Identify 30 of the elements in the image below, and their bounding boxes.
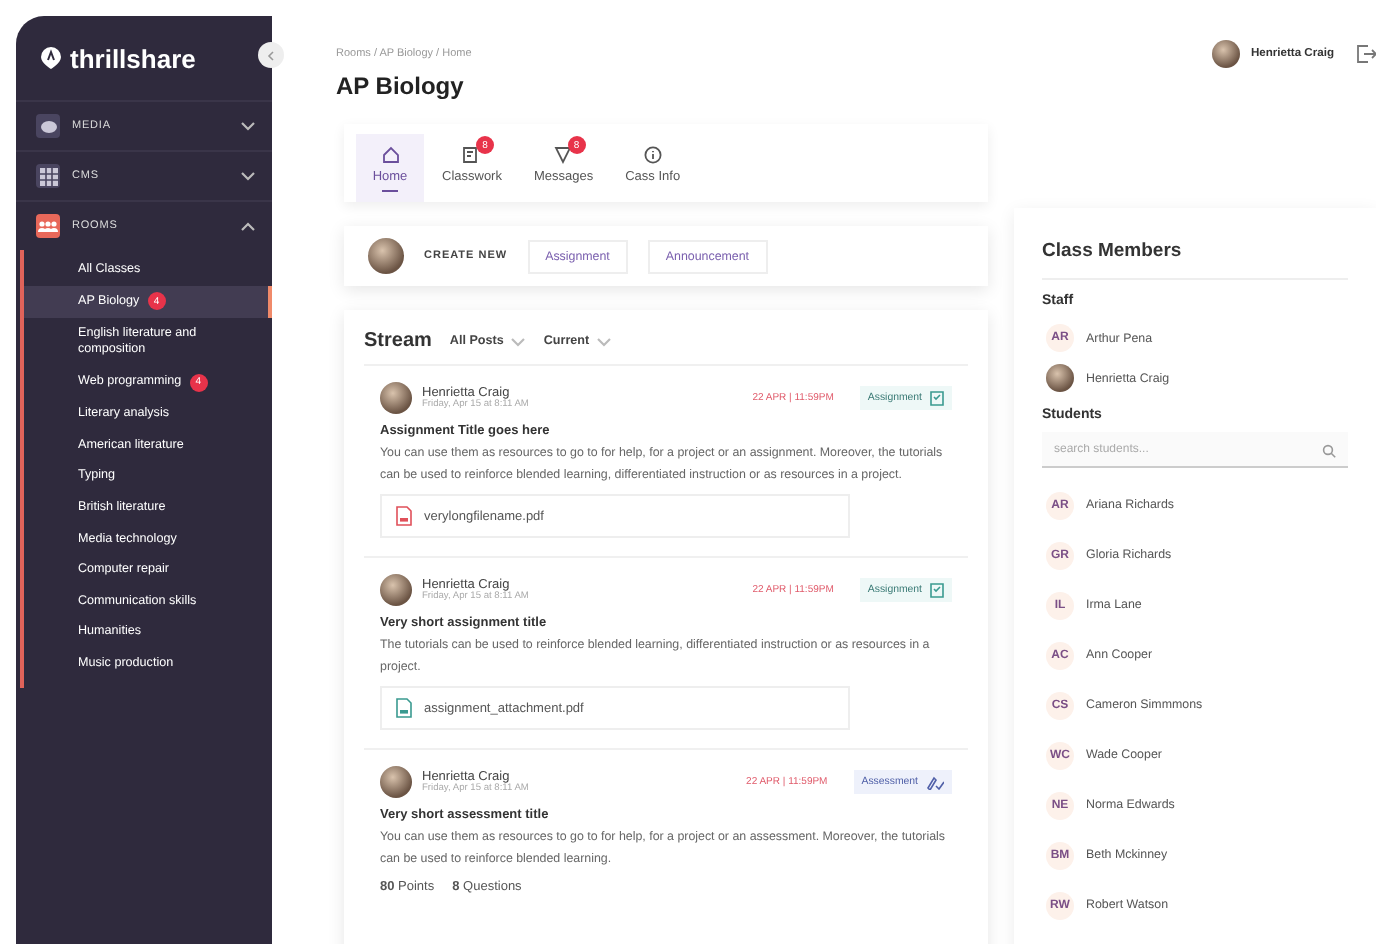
avatar-photo (368, 238, 404, 274)
clipboard-icon (930, 390, 944, 406)
file-icon (396, 698, 412, 718)
chevron-icon[interactable] (240, 120, 256, 132)
search-icon (1322, 444, 1336, 458)
logo-text: thrillshare (70, 43, 196, 73)
file-icon (396, 506, 412, 526)
people-icon (36, 214, 60, 238)
collapse-button[interactable] (258, 42, 284, 68)
avatar-photo (1212, 40, 1241, 68)
info-icon (643, 146, 662, 164)
avatar-photo (380, 574, 412, 606)
pencil-check-icon (926, 774, 944, 790)
panel-title: Class Members (1042, 240, 1348, 280)
chevron-icon (266, 49, 276, 61)
stream-title: Stream (364, 330, 432, 352)
logo-icon (40, 46, 62, 70)
clipboard-icon (930, 582, 944, 598)
grid-icon (36, 164, 60, 188)
send-icon (554, 146, 573, 164)
page-title: AP Biology (336, 72, 466, 100)
logout-icon[interactable] (1356, 44, 1376, 64)
media-icon (36, 114, 60, 138)
avatar-photo (1046, 364, 1074, 392)
chevron-icon[interactable] (240, 220, 256, 232)
home-icon (381, 146, 399, 164)
avatar-photo (380, 382, 412, 414)
avatar-photo (380, 766, 412, 798)
chevron-icon[interactable] (240, 170, 256, 182)
clipboard-icon (462, 146, 481, 164)
